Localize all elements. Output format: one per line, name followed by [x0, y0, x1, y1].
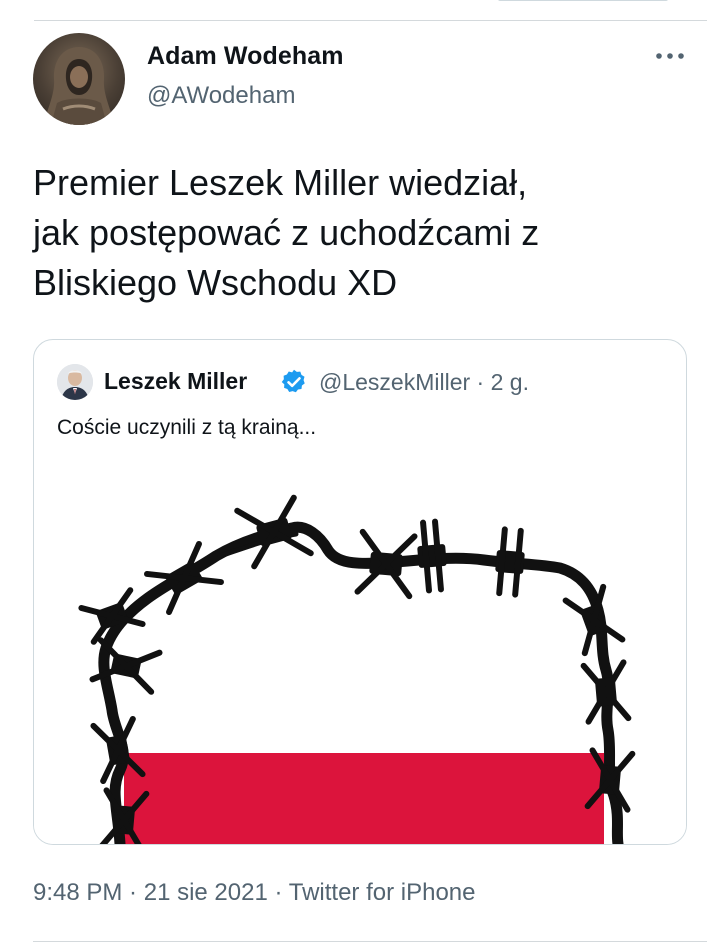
verified-badge-icon	[281, 369, 305, 393]
author-handle[interactable]: @AWodeham	[147, 82, 295, 110]
top-divider	[34, 20, 707, 21]
author-display-name[interactable]: Adam Wodeham	[147, 42, 344, 71]
tweet-timestamp[interactable]: 9:48 PM	[33, 879, 122, 906]
tweet-source[interactable]: Twitter for iPhone	[289, 879, 476, 906]
top-tab-indicator	[498, 0, 668, 1]
more-horizontal-icon[interactable]	[652, 46, 688, 66]
quoted-author-display-name[interactable]: Leszek Miller	[104, 368, 247, 395]
tweet-text-line: Premier Leszek Miller wiedział,	[33, 162, 528, 203]
tweet-date[interactable]: 21 sie 2021	[144, 879, 268, 906]
meta-separator: ·	[267, 879, 289, 906]
quoted-author-handle[interactable]: @LeszekMiller	[319, 369, 470, 395]
quoted-tweet-card[interactable]: Leszek Miller @LeszekMiller · 2 g. Cości…	[33, 339, 687, 845]
meta-separator: ·	[470, 369, 491, 395]
author-avatar[interactable]	[33, 33, 125, 125]
tweet-text-line: Bliskiego Wschodu XD	[33, 262, 398, 303]
tweet-meta: 9:48 PM · 21 sie 2021 · Twitter for iPho…	[33, 879, 475, 907]
tweet-text-line: jak postępować z uchodźcami z	[33, 212, 540, 253]
quoted-tweet-text: Coście uczynili z tą krainą...	[57, 416, 317, 439]
quoted-author-meta: @LeszekMiller · 2 g.	[319, 369, 529, 396]
meta-separator: ·	[122, 879, 144, 906]
quoted-author-avatar[interactable]	[57, 364, 93, 400]
quoted-tweet-image[interactable]	[34, 490, 686, 844]
quoted-tweet-age[interactable]: 2 g.	[491, 369, 529, 395]
tweet-text: Premier Leszek Miller wiedział, jak post…	[33, 158, 683, 308]
bottom-divider	[33, 941, 707, 942]
